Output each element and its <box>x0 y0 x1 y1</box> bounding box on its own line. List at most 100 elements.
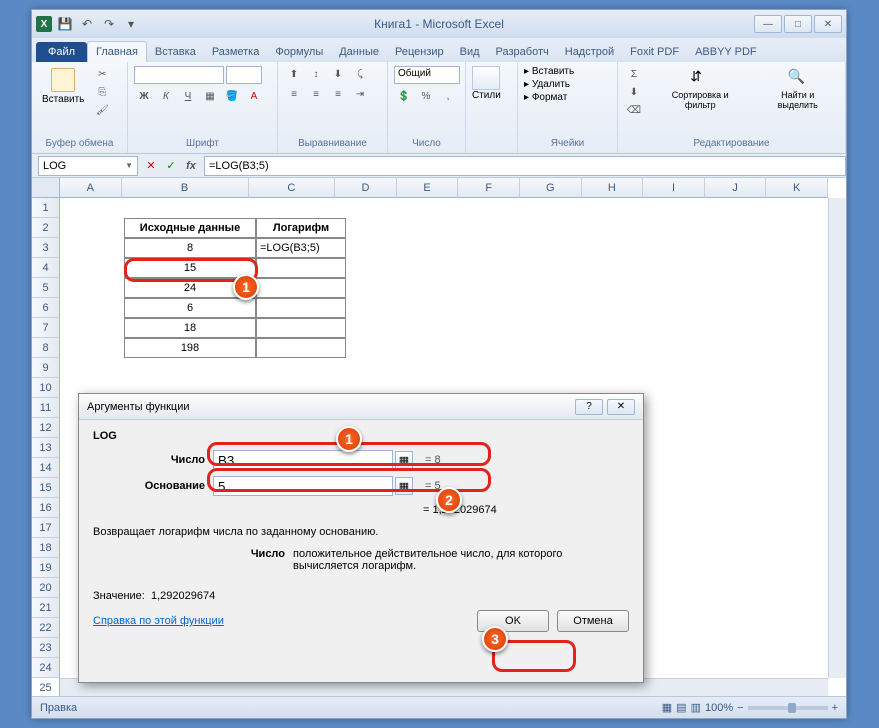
row-header-20[interactable]: 20 <box>32 578 60 598</box>
col-header-K[interactable]: K <box>766 178 828 198</box>
cell-C7[interactable] <box>256 318 346 338</box>
view-break-icon[interactable]: ▥ <box>691 701 701 714</box>
align-middle-icon[interactable]: ↕ <box>306 66 326 82</box>
select-all-corner[interactable] <box>32 178 60 198</box>
row-header-17[interactable]: 17 <box>32 518 60 538</box>
arg-number-input[interactable] <box>213 450 393 470</box>
percent-icon[interactable]: % <box>416 88 436 104</box>
align-right-icon[interactable]: ≡ <box>328 86 348 102</box>
row-header-22[interactable]: 22 <box>32 618 60 638</box>
tab-home[interactable]: Главная <box>87 41 147 62</box>
comma-icon[interactable]: , <box>438 88 458 104</box>
autosum-icon[interactable]: Σ <box>624 66 644 82</box>
cell-C2[interactable]: Логарифм <box>256 218 346 238</box>
arg-base-input[interactable] <box>213 476 393 496</box>
col-header-F[interactable]: F <box>458 178 520 198</box>
clear-icon[interactable]: ⌫ <box>624 102 644 118</box>
cell-B2[interactable]: Исходные данные <box>124 218 256 238</box>
cells-insert-button[interactable]: ▸ Вставить <box>524 66 574 77</box>
tab-layout[interactable]: Разметка <box>204 42 268 62</box>
number-format-combo[interactable]: Общий <box>394 66 460 84</box>
save-icon[interactable]: 💾 <box>56 15 74 33</box>
name-box[interactable]: LOG ▼ <box>38 156 138 176</box>
cut-icon[interactable]: ✂ <box>92 66 112 82</box>
redo-icon[interactable]: ↷ <box>100 15 118 33</box>
cancel-button[interactable]: Отмена <box>557 610 629 632</box>
view-normal-icon[interactable]: ▦ <box>662 701 672 714</box>
row-header-1[interactable]: 1 <box>32 198 60 218</box>
row-header-4[interactable]: 4 <box>32 258 60 278</box>
col-header-J[interactable]: J <box>705 178 767 198</box>
row-header-19[interactable]: 19 <box>32 558 60 578</box>
col-header-C[interactable]: C <box>249 178 336 198</box>
collapse-dialog-icon[interactable]: ▦ <box>395 477 413 495</box>
vertical-scrollbar[interactable] <box>828 198 846 678</box>
zoom-slider[interactable] <box>748 706 828 710</box>
undo-icon[interactable]: ↶ <box>78 15 96 33</box>
file-tab[interactable]: Файл <box>36 42 87 62</box>
row-header-9[interactable]: 9 <box>32 358 60 378</box>
tab-formulas[interactable]: Формулы <box>267 42 331 62</box>
dialog-titlebar[interactable]: Аргументы функции ? ✕ <box>79 394 643 420</box>
tab-view[interactable]: Вид <box>452 42 488 62</box>
tab-review[interactable]: Рецензир <box>387 42 452 62</box>
underline-button[interactable]: Ч <box>178 88 198 104</box>
row-header-10[interactable]: 10 <box>32 378 60 398</box>
row-header-12[interactable]: 12 <box>32 418 60 438</box>
styles-button[interactable]: Стили <box>472 66 501 101</box>
row-header-2[interactable]: 2 <box>32 218 60 238</box>
qat-dropdown-icon[interactable]: ▾ <box>122 15 140 33</box>
align-bottom-icon[interactable]: ⬇ <box>328 66 348 82</box>
col-header-G[interactable]: G <box>520 178 582 198</box>
sort-filter-button[interactable]: ⇵Сортировка и фильтр <box>652 66 748 112</box>
row-header-15[interactable]: 15 <box>32 478 60 498</box>
zoom-out-button[interactable]: − <box>737 702 743 714</box>
font-size-combo[interactable] <box>226 66 262 84</box>
help-link[interactable]: Справка по этой функции <box>93 615 224 627</box>
bold-button[interactable]: Ж <box>134 88 154 104</box>
close-button[interactable]: ✕ <box>814 15 842 33</box>
fill-color-button[interactable]: 🪣 <box>222 88 242 104</box>
chevron-down-icon[interactable]: ▼ <box>125 161 133 170</box>
row-header-13[interactable]: 13 <box>32 438 60 458</box>
maximize-button[interactable]: □ <box>784 15 812 33</box>
row-header-14[interactable]: 14 <box>32 458 60 478</box>
minimize-button[interactable]: — <box>754 15 782 33</box>
font-name-combo[interactable] <box>134 66 224 84</box>
align-center-icon[interactable]: ≡ <box>306 86 326 102</box>
find-select-button[interactable]: 🔍Найти и выделить <box>756 66 839 112</box>
cells-format-button[interactable]: ▸ Формат <box>524 92 574 103</box>
cell-B4[interactable]: 15 <box>124 258 256 278</box>
zoom-level[interactable]: 100% <box>705 702 733 714</box>
zoom-thumb[interactable] <box>788 703 796 713</box>
tab-developer[interactable]: Разработч <box>488 42 557 62</box>
cell-B7[interactable]: 18 <box>124 318 256 338</box>
formula-enter-button[interactable]: ✓ <box>162 157 180 175</box>
cell-C5[interactable] <box>256 278 346 298</box>
cell-C6[interactable] <box>256 298 346 318</box>
view-layout-icon[interactable]: ▤ <box>676 701 686 714</box>
cell-C4[interactable] <box>256 258 346 278</box>
row-header-16[interactable]: 16 <box>32 498 60 518</box>
cell-B6[interactable]: 6 <box>124 298 256 318</box>
dialog-close-button[interactable]: ✕ <box>607 399 635 415</box>
row-header-5[interactable]: 5 <box>32 278 60 298</box>
orientation-icon[interactable]: ⤹ <box>350 66 370 82</box>
row-header-8[interactable]: 8 <box>32 338 60 358</box>
row-header-24[interactable]: 24 <box>32 658 60 678</box>
insert-function-button[interactable]: fx <box>182 157 200 175</box>
row-header-6[interactable]: 6 <box>32 298 60 318</box>
cell-B8[interactable]: 198 <box>124 338 256 358</box>
formula-input[interactable]: =LOG(B3;5) <box>204 156 846 176</box>
row-header-23[interactable]: 23 <box>32 638 60 658</box>
currency-icon[interactable]: 💲 <box>394 88 414 104</box>
dialog-help-button[interactable]: ? <box>575 399 603 415</box>
cell-C8[interactable] <box>256 338 346 358</box>
fill-icon[interactable]: ⬇ <box>624 84 644 100</box>
copy-icon[interactable]: ⎘ <box>92 84 112 100</box>
tab-foxit[interactable]: Foxit PDF <box>622 42 687 62</box>
col-header-B[interactable]: B <box>122 178 249 198</box>
row-header-7[interactable]: 7 <box>32 318 60 338</box>
row-header-3[interactable]: 3 <box>32 238 60 258</box>
col-header-I[interactable]: I <box>643 178 705 198</box>
